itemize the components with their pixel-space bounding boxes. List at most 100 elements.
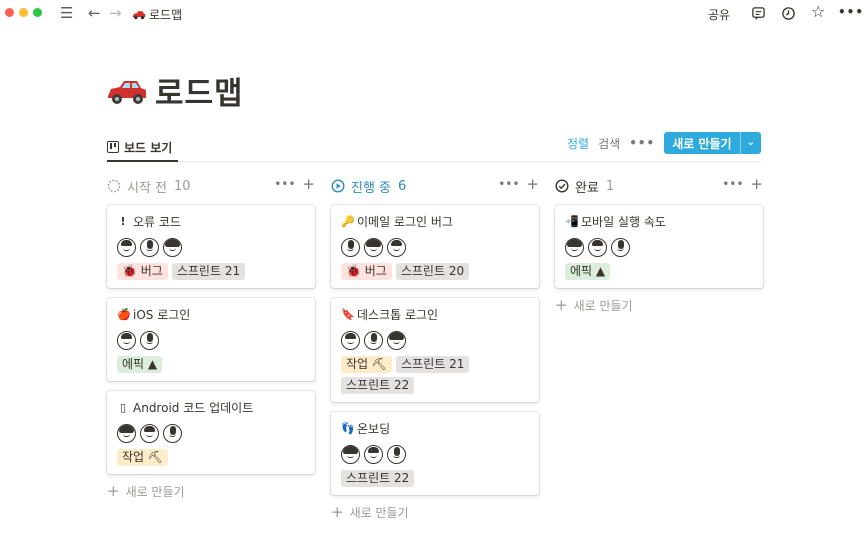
column-new-label: 새로 만들기 — [573, 298, 633, 313]
avatar — [364, 238, 383, 257]
tag-epic: 에픽 ▲ — [565, 263, 611, 280]
column-title[interactable]: 완료 — [575, 177, 599, 196]
back-arrow-icon[interactable]: ← — [88, 4, 101, 22]
hamburger-icon[interactable]: ☰ — [60, 4, 73, 22]
tag-sprint: 스프린트 21 — [396, 356, 470, 373]
card-title: ▯ Android 코드 업데이트 — [117, 400, 305, 416]
window-titlebar: ☰ ← → 로드맵 공유 ☆ ••• — [0, 0, 865, 28]
close-window-button[interactable] — [5, 8, 14, 17]
chevron-down-icon[interactable]: ⌄ — [739, 132, 761, 154]
card-tags: 작업 ⛏ — [117, 449, 305, 466]
board-column-done: 완료 1 ••• + 📲 모바일 실행 속도 에픽 ▲ + 새로 만들기 — [555, 172, 763, 314]
bookmark-icon: 🔖 — [341, 308, 355, 321]
tag-epic: 에픽 ▲ — [117, 356, 163, 373]
card-tags: 작업 ⛏ 스프린트 21 스프린트 22 — [341, 356, 529, 394]
card-assignees — [341, 331, 529, 350]
minimize-window-button[interactable] — [19, 8, 28, 17]
column-new-button[interactable]: + 새로 만들기 — [107, 482, 315, 500]
exclamation-icon: ! — [120, 215, 126, 228]
card-tags: 스프린트 22 — [341, 470, 529, 487]
card-title: 🔑 이메일 로그인 버그 — [341, 214, 529, 230]
forward-arrow-icon[interactable]: → — [109, 4, 122, 22]
column-title[interactable]: 시작 전 — [127, 177, 167, 196]
column-more-button[interactable]: ••• — [274, 177, 295, 191]
apple-icon: 🍎 — [117, 308, 131, 321]
column-new-label: 새로 만들기 — [349, 505, 409, 520]
avatar — [140, 238, 159, 257]
card-assignees — [117, 331, 305, 350]
red-car-icon[interactable] — [107, 76, 147, 106]
clock-icon[interactable] — [781, 6, 796, 21]
card-title-text: 온보딩 — [357, 422, 391, 436]
more-icon[interactable]: ••• — [838, 3, 864, 21]
star-icon[interactable]: ☆ — [811, 3, 825, 21]
column-add-button[interactable]: + — [302, 177, 315, 192]
card-title-text: Android 코드 업데이트 — [133, 401, 254, 415]
column-add-button[interactable]: + — [750, 177, 763, 192]
avatar — [140, 424, 159, 443]
breadcrumb[interactable]: 로드맵 — [132, 6, 182, 23]
tag-task: 작업 ⛏ — [341, 356, 393, 373]
key-icon: 🔑 — [341, 215, 355, 228]
plus-icon: + — [555, 296, 568, 314]
card-tags: 에픽 ▲ — [117, 356, 305, 373]
view-actions: 정렬 검색 ••• 새로 만들기 ⌄ — [567, 132, 761, 154]
avatar — [387, 238, 406, 257]
board-card[interactable]: 🔑 이메일 로그인 버그 🐞 버그 스프린트 20 — [331, 205, 539, 288]
page-title[interactable]: 로드맵 — [155, 68, 244, 113]
card-tags: 에픽 ▲ — [565, 263, 753, 280]
card-assignees — [341, 238, 529, 257]
card-tags: 🐞 버그 스프린트 21 — [117, 263, 305, 280]
comment-icon[interactable] — [751, 6, 766, 21]
footprints-icon: 👣 — [341, 422, 355, 435]
tag-sprint: 스프린트 22 — [341, 377, 415, 394]
column-header: 진행 중 6 ••• + — [331, 172, 539, 200]
card-title: 🔖 데스크톱 로그인 — [341, 307, 529, 323]
card-assignees — [117, 238, 305, 257]
page-header: 로드맵 — [107, 68, 244, 113]
share-button[interactable]: 공유 — [708, 6, 730, 23]
tag-sprint: 스프린트 20 — [395, 263, 470, 280]
board-card[interactable]: ▯ Android 코드 업데이트 작업 ⛏ — [107, 391, 315, 474]
board-column-in-progress: 진행 중 6 ••• + 🔑 이메일 로그인 버그 🐞 버그 스프린트 20 🔖… — [331, 172, 539, 521]
column-more-button[interactable]: ••• — [722, 177, 743, 191]
sort-button[interactable]: 정렬 — [567, 135, 589, 152]
avatar — [163, 238, 182, 257]
avatar — [117, 331, 136, 350]
avatar — [387, 445, 406, 464]
column-tools: ••• + — [498, 177, 539, 192]
tag-bug: 🐞 버그 — [341, 263, 392, 280]
check-circle-icon — [555, 179, 569, 193]
board-icon — [107, 141, 119, 153]
column-new-button[interactable]: + 새로 만들기 — [331, 503, 539, 521]
column-count: 1 — [605, 178, 615, 194]
card-assignees — [565, 238, 753, 257]
column-count: 10 — [174, 178, 191, 194]
play-circle-icon — [331, 179, 345, 193]
column-new-button[interactable]: + 새로 만들기 — [555, 296, 763, 314]
new-page-button[interactable]: 새로 만들기 ⌄ — [664, 132, 761, 154]
board-card[interactable]: 🔖 데스크톱 로그인 작업 ⛏ 스프린트 21 스프린트 22 — [331, 298, 539, 402]
card-title-text: 모바일 실행 속도 — [581, 215, 666, 229]
column-title[interactable]: 진행 중 — [351, 177, 391, 196]
card-title-text: 데스크톱 로그인 — [357, 308, 439, 322]
view-more-button[interactable]: ••• — [629, 136, 655, 150]
card-title: 🍎 iOS 로그인 — [117, 307, 305, 323]
board-card[interactable]: ! 오류 코드 🐞 버그 스프린트 21 — [107, 205, 315, 288]
avatar — [163, 424, 182, 443]
board-card[interactable]: 👣 온보딩 스프린트 22 — [331, 412, 539, 495]
board-card[interactable]: 🍎 iOS 로그인 에픽 ▲ — [107, 298, 315, 381]
new-page-label: 새로 만들기 — [672, 136, 732, 151]
column-more-button[interactable]: ••• — [498, 177, 519, 191]
board-card[interactable]: 📲 모바일 실행 속도 에픽 ▲ — [555, 205, 763, 288]
column-count: 6 — [398, 178, 407, 194]
maximize-window-button[interactable] — [33, 8, 42, 17]
car-icon — [132, 10, 146, 19]
column-add-button[interactable]: + — [526, 177, 539, 192]
card-title-text: 오류 코드 — [133, 215, 181, 229]
search-button[interactable]: 검색 — [598, 135, 620, 152]
column-new-label: 새로 만들기 — [125, 484, 185, 499]
card-tags: 🐞 버그 스프린트 20 — [341, 263, 529, 280]
tab-board-view[interactable]: 보드 보기 — [107, 134, 179, 162]
column-header: 완료 1 ••• + — [555, 172, 763, 200]
